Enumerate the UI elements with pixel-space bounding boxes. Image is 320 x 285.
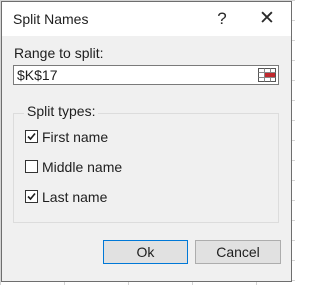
split-types-label: Split types: [24, 103, 99, 119]
dialog-title: Split Names [13, 11, 89, 27]
checkmark-icon [27, 132, 36, 141]
middle-name-checkbox[interactable] [25, 160, 38, 173]
last-name-checkbox[interactable] [25, 190, 38, 203]
help-button[interactable]: ? [209, 6, 235, 32]
first-name-checkbox[interactable] [25, 130, 38, 143]
title-bar: Split Names ? ✕ [2, 2, 291, 36]
range-label: Range to split: [14, 45, 104, 61]
ok-button[interactable]: Ok [103, 240, 188, 264]
range-value[interactable]: $K$17 [17, 67, 57, 84]
checkmark-icon [27, 192, 36, 201]
first-name-label[interactable]: First name [42, 129, 108, 145]
split-names-dialog: Split Names ? ✕ Range to split: $K$17 Sp… [1, 1, 292, 282]
cancel-button[interactable]: Cancel [195, 240, 281, 264]
range-select-icon[interactable] [258, 68, 276, 82]
close-button[interactable]: ✕ [254, 6, 280, 32]
range-input[interactable]: $K$17 [13, 65, 279, 85]
middle-name-label[interactable]: Middle name [42, 159, 122, 175]
last-name-label[interactable]: Last name [42, 189, 107, 205]
